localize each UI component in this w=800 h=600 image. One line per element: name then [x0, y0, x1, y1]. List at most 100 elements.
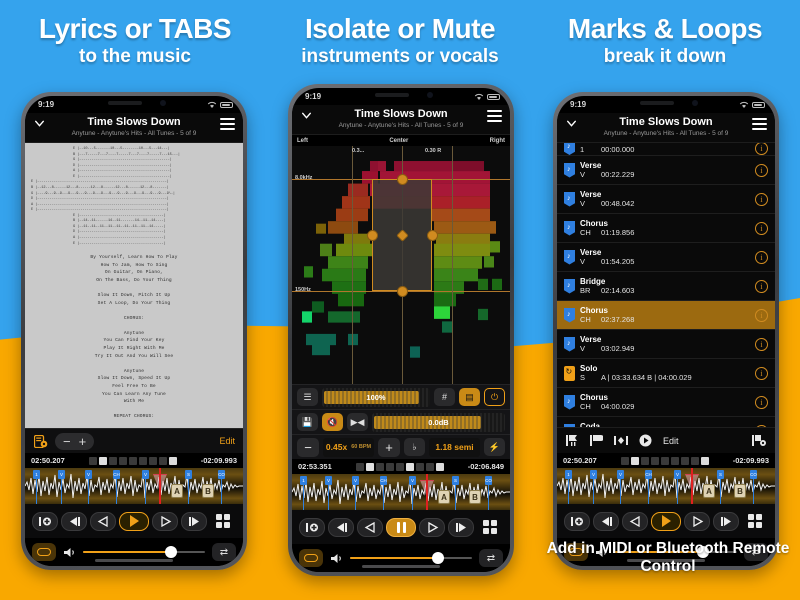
rewind-icon[interactable]	[90, 511, 116, 531]
stereo-swap-icon[interactable]: ▶◀	[347, 413, 368, 431]
rate-display[interactable]: 0.45x 60 BPM	[323, 437, 374, 457]
wave-marker[interactable]: V	[409, 476, 416, 510]
wave-marker[interactable]: CO	[218, 470, 225, 504]
marker-row[interactable]: ♪ Chorus CH 02:37.268 i	[557, 301, 775, 330]
rewind-icon[interactable]	[622, 511, 648, 531]
wave-marker[interactable]: CH	[380, 476, 387, 510]
wave-marker[interactable]: CO	[750, 470, 757, 504]
rate-increase-button[interactable]: +	[378, 437, 400, 457]
playhead[interactable]	[426, 474, 428, 510]
font-size-stepper[interactable]: − +	[55, 432, 95, 450]
pan-low-line[interactable]	[352, 146, 353, 384]
grid-mini-icon[interactable]	[395, 462, 404, 471]
loop-b-marker[interactable]: B	[469, 490, 481, 504]
fast-forward-icon[interactable]	[152, 511, 178, 531]
loop-b-marker[interactable]: B	[734, 484, 746, 498]
bolt-icon[interactable]: ⚡	[484, 438, 505, 456]
handle-right[interactable]	[427, 230, 438, 241]
grid-view-icon[interactable]	[742, 512, 768, 531]
marker-settings-icon[interactable]	[752, 434, 766, 447]
grid-snap-icon[interactable]: #	[434, 388, 455, 406]
note-mini-icon[interactable]	[435, 462, 444, 471]
info-icon[interactable]: i	[755, 395, 768, 409]
playhead[interactable]	[159, 468, 161, 504]
jump-back-icon[interactable]	[593, 511, 619, 531]
mix-slider[interactable]: 100%	[322, 387, 430, 407]
wave-marker[interactable]: S	[452, 476, 459, 510]
play-marker-icon[interactable]	[639, 434, 652, 447]
volume-knob[interactable]	[164, 546, 177, 558]
info-icon[interactable]: i	[755, 192, 768, 206]
shuffle-mini-icon[interactable]	[375, 462, 384, 471]
play-mini-icon[interactable]	[365, 462, 374, 471]
gain-slider[interactable]: 0.0dB	[372, 412, 505, 432]
tempo-mini-icon[interactable]	[670, 456, 679, 465]
mini-toolbar[interactable]	[88, 456, 177, 465]
wave-marker[interactable]: V	[142, 470, 149, 504]
info-icon[interactable]: i	[755, 143, 768, 155]
info-icon[interactable]: i	[755, 308, 768, 322]
hamburger-menu-icon[interactable]	[487, 110, 502, 122]
wave-marker[interactable]: V	[352, 476, 359, 510]
marker-mini-icon[interactable]	[385, 462, 394, 471]
list-icon[interactable]: ☰	[297, 388, 318, 406]
volume-slider[interactable]	[350, 552, 472, 564]
jump-forward-icon[interactable]	[181, 511, 207, 531]
mic-mini-icon[interactable]	[415, 462, 424, 471]
marker-row[interactable]: ♪ Verse V 03:02.949 i	[557, 330, 775, 359]
tempo-mini-icon[interactable]	[138, 456, 147, 465]
loop-a-marker[interactable]: A	[438, 490, 450, 504]
marker-edit-button[interactable]: Edit	[663, 436, 679, 446]
info-icon[interactable]: i	[755, 250, 768, 264]
wave-marker[interactable]: CH	[113, 470, 120, 504]
power-icon[interactable]: ⏻	[484, 388, 505, 406]
loop-a-marker[interactable]: A	[171, 484, 183, 498]
mini-toolbar[interactable]	[355, 462, 444, 471]
loop-b-marker[interactable]: B	[202, 484, 214, 498]
volume-slider[interactable]	[83, 546, 205, 558]
marker-row[interactable]: ♪ Chorus CH 01:19.856 i	[557, 214, 775, 243]
shuffle-mini-icon[interactable]	[108, 456, 117, 465]
shuffle-mini-icon[interactable]	[640, 456, 649, 465]
info-icon[interactable]: i	[755, 337, 768, 351]
tab-lyrics-pane[interactable]: E |--10---5-------10---5--------10---5--…	[25, 143, 243, 428]
wave-marker[interactable]: V	[617, 470, 624, 504]
isolate-box-icon[interactable]: ▤	[459, 388, 480, 406]
grid-view-icon[interactable]	[210, 512, 236, 531]
marker-row[interactable]: ♪Intro100:00.000i	[557, 143, 775, 156]
jump-back-icon[interactable]	[328, 517, 354, 537]
marker-mini-icon[interactable]	[650, 456, 659, 465]
loop-mini-icon[interactable]	[620, 456, 629, 465]
play-mini-icon[interactable]	[98, 456, 107, 465]
grid-view-icon[interactable]	[477, 518, 503, 537]
rewind-icon[interactable]	[357, 517, 383, 537]
loop-a-marker[interactable]: A	[703, 484, 715, 498]
wave-marker[interactable]: 1	[300, 476, 307, 510]
wave-marker[interactable]: S	[185, 470, 192, 504]
loop-toggle-icon[interactable]	[32, 543, 56, 561]
chevron-down-icon[interactable]	[565, 117, 578, 130]
loop-in-icon[interactable]	[564, 511, 590, 531]
isolate-mini-icon[interactable]	[405, 462, 414, 471]
marker-row[interactable]: ♪ Bridge BR 02:14.603 i	[557, 272, 775, 301]
wave-marker[interactable]: CO	[485, 476, 492, 510]
marker-row[interactable]: ♪CodaCO04:32.546i	[557, 417, 775, 427]
edit-button[interactable]: Edit	[219, 436, 235, 446]
wave-marker[interactable]: CH	[645, 470, 652, 504]
marker-row[interactable]: ♪ Verse V 00:22.229 i	[557, 156, 775, 185]
eq-mini-icon[interactable]	[425, 462, 434, 471]
fast-forward-icon[interactable]	[419, 517, 445, 537]
handle-bottom[interactable]	[397, 286, 408, 297]
play-button[interactable]	[119, 511, 149, 531]
grid-mini-icon[interactable]	[128, 456, 137, 465]
speaker-icon[interactable]	[63, 547, 76, 558]
volume-knob[interactable]	[431, 552, 444, 564]
eq-mini-icon[interactable]	[690, 456, 699, 465]
jump-back-icon[interactable]	[61, 511, 87, 531]
font-decrease-button[interactable]: −	[63, 434, 71, 449]
mic-mini-icon[interactable]	[148, 456, 157, 465]
loop-in-icon[interactable]	[299, 517, 325, 537]
handle-top[interactable]	[397, 174, 408, 185]
add-marker-icon[interactable]	[566, 434, 579, 447]
jump-forward-icon[interactable]	[713, 511, 739, 531]
